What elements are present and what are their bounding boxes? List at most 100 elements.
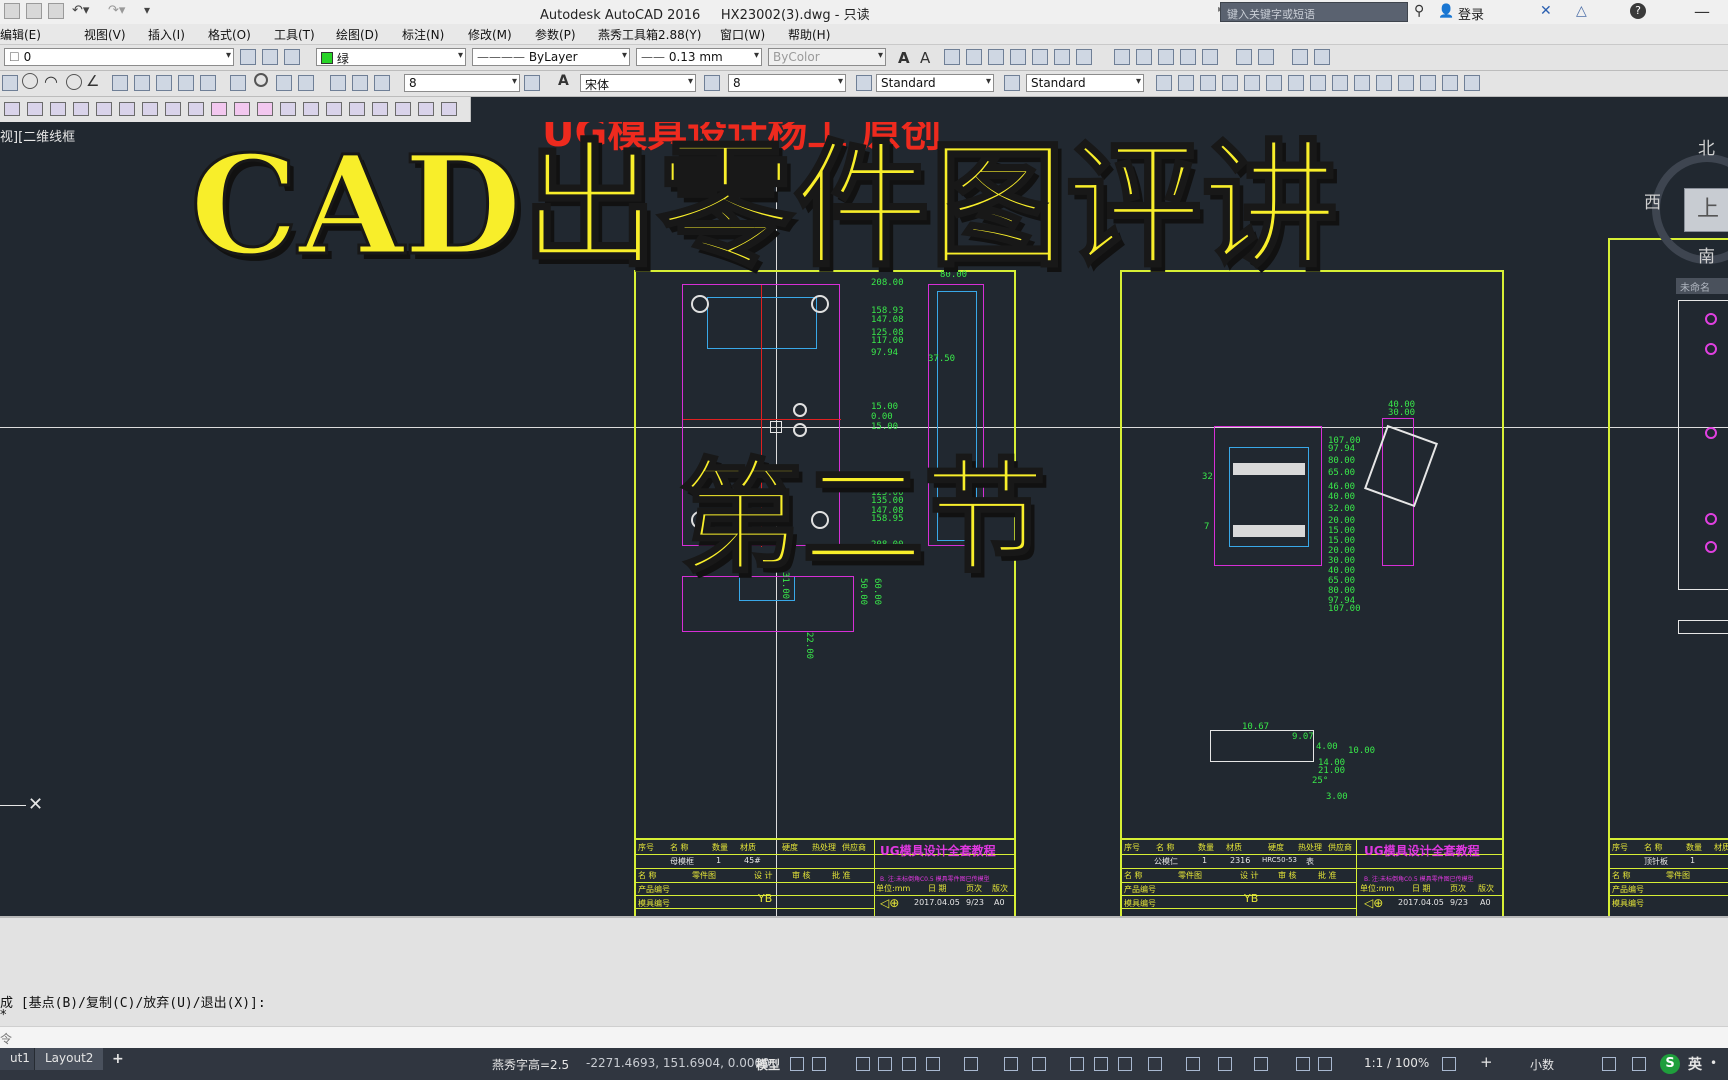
autodesk-a360-icon[interactable]: △	[1576, 3, 1587, 19]
menu-help[interactable]: 帮助(H)	[788, 26, 830, 43]
yx-tool-icon-14[interactable]	[1442, 75, 1458, 91]
ime-language[interactable]: 英	[1688, 1054, 1702, 1074]
linear-dimension-icon[interactable]	[112, 75, 128, 91]
yx-tool-icon-13[interactable]	[1420, 75, 1436, 91]
save-icon[interactable]	[26, 3, 42, 19]
arc-icon[interactable]: ◠	[44, 72, 58, 91]
ordinate-dimension-icon[interactable]	[200, 75, 216, 91]
dimension-edit-icon[interactable]	[330, 75, 346, 91]
app-menu-icon[interactable]	[4, 3, 20, 19]
drawing-canvas[interactable]: 视][二维线框 ✕ 208.00 158.93 147.08 125.08 11…	[0, 122, 1728, 916]
jogged-dimension-icon[interactable]	[298, 75, 314, 91]
layer-properties-icon[interactable]	[240, 49, 256, 65]
yx-tool-icon-12[interactable]	[1398, 75, 1414, 91]
text-size-icon[interactable]	[704, 75, 720, 91]
dynamic-ucs-icon[interactable]	[1186, 1057, 1200, 1071]
object-snap-icon[interactable]	[1032, 1057, 1046, 1071]
search-input[interactable]: 键入关键字或短语	[1220, 2, 1408, 22]
convert-text-icon[interactable]	[1076, 49, 1092, 65]
quick-access-dropdown-icon[interactable]: ▾	[144, 3, 150, 17]
zoom-out-icon[interactable]	[1258, 49, 1274, 65]
menu-view[interactable]: 视图(V)	[84, 26, 126, 43]
yx-layer-icon-11[interactable]	[303, 102, 319, 116]
menu-format[interactable]: 格式(O)	[208, 26, 251, 43]
wcs-menu[interactable]: 未命名	[1676, 278, 1728, 294]
mtext-icon[interactable]: A	[920, 49, 930, 67]
viewport-control-label[interactable]: 视][二维线框	[0, 126, 75, 145]
auto-scale-icon[interactable]	[1318, 1057, 1332, 1071]
edit-text-icon[interactable]	[944, 49, 960, 65]
annotation-monitor-icon[interactable]: +	[1480, 1053, 1493, 1071]
text-style-dropdown[interactable]: Standard ▾	[876, 74, 994, 92]
yx-text-icon-1[interactable]	[211, 102, 227, 116]
circle-icon[interactable]	[22, 73, 38, 89]
menu-edit[interactable]: 编辑(E)	[0, 26, 41, 43]
clean-screen-icon[interactable]	[1632, 1057, 1646, 1071]
yx-tool-icon-4[interactable]	[1222, 75, 1238, 91]
zoom-object-icon[interactable]	[1202, 49, 1218, 65]
lineweight-dropdown[interactable]: —— 0.13 mm ▾	[636, 48, 762, 66]
font-icon[interactable]: A	[558, 73, 569, 89]
yx-tool-icon-15[interactable]	[1464, 75, 1480, 91]
viewcube-south[interactable]: 南	[1698, 242, 1715, 267]
help-icon[interactable]: ?	[1630, 3, 1646, 19]
workspace-gear-icon[interactable]	[1442, 1057, 1456, 1071]
print-icon[interactable]	[48, 3, 64, 19]
menu-dimension[interactable]: 标注(N)	[402, 26, 444, 43]
yx-tool-icon-5[interactable]	[1244, 75, 1260, 91]
model-space-button[interactable]: 模型	[756, 1056, 780, 1073]
ime-logo-icon[interactable]: S	[1660, 1054, 1680, 1074]
yx-tool-icon-11[interactable]	[1376, 75, 1392, 91]
yx-layer-icon-13[interactable]	[349, 102, 365, 116]
annotation-visibility-icon[interactable]	[1296, 1057, 1310, 1071]
yx-layer-icon-7[interactable]	[142, 102, 158, 116]
dim-style-dropdown[interactable]: Standard ▾	[1026, 74, 1144, 92]
yx-layer-icon-6[interactable]	[119, 102, 135, 116]
zoom-center-icon[interactable]	[1180, 49, 1196, 65]
yx-layer-icon-17[interactable]	[441, 102, 457, 116]
yx-tool-icon-6[interactable]	[1266, 75, 1282, 91]
layout-tab-2[interactable]: Layout2	[34, 1048, 104, 1070]
yx-layer-icon-5[interactable]	[96, 102, 112, 116]
selection-cycling-icon[interactable]	[1118, 1057, 1132, 1071]
polar-tracking-icon[interactable]	[926, 1057, 940, 1071]
units-dropdown[interactable]: 小数	[1530, 1056, 1554, 1073]
transparency-icon[interactable]	[1094, 1057, 1108, 1071]
linetype-dropdown[interactable]: ———— ByLayer ▾	[472, 48, 630, 66]
plotstyle-dropdown[interactable]: ByColor ▾	[768, 48, 886, 66]
yx-tool-icon-9[interactable]	[1332, 75, 1348, 91]
zoom-all-icon[interactable]	[1292, 49, 1308, 65]
yx-layer-icon-4[interactable]	[73, 102, 89, 116]
login-link[interactable]: 登录	[1458, 4, 1484, 23]
text-height-dropdown[interactable]: 8 ▾	[404, 74, 520, 92]
menu-insert[interactable]: 插入(I)	[148, 26, 185, 43]
yx-layer-icon-16[interactable]	[418, 102, 434, 116]
text-style-icon[interactable]: A	[898, 49, 910, 67]
ellipse-icon[interactable]	[66, 74, 82, 90]
yx-tool-icon-7[interactable]	[1288, 75, 1304, 91]
zoom-scale-icon[interactable]	[1158, 49, 1174, 65]
dimension-text-edit-icon[interactable]	[352, 75, 368, 91]
text-frame-icon[interactable]	[1054, 49, 1070, 65]
text-justify-icon[interactable]	[1032, 49, 1048, 65]
add-layout-icon[interactable]: +	[102, 1048, 134, 1070]
yx-tool-icon-2[interactable]	[1178, 75, 1194, 91]
dynamic-input-icon[interactable]	[878, 1057, 892, 1071]
infer-constraints-icon[interactable]	[856, 1057, 870, 1071]
annotation-scale[interactable]: 1:1 / 100%	[1364, 1056, 1429, 1070]
text-scale-icon[interactable]	[1010, 49, 1026, 65]
isodraft-icon[interactable]	[964, 1057, 978, 1071]
command-line[interactable]: 令	[0, 1026, 1728, 1049]
yx-layer-icon-9[interactable]	[188, 102, 204, 116]
yx-text-icon-3[interactable]	[257, 102, 273, 116]
user-icon[interactable]: 👤	[1438, 4, 1454, 19]
yx-layer-icon-8[interactable]	[165, 102, 181, 116]
binoculars-icon[interactable]: ⚲	[1414, 3, 1424, 19]
yx-tool-icon-3[interactable]	[1200, 75, 1216, 91]
object-snap-tracking-icon[interactable]	[1004, 1057, 1018, 1071]
minimize-button[interactable]: —	[1694, 2, 1710, 21]
zoom-in-icon[interactable]	[1236, 49, 1252, 65]
ortho-icon[interactable]	[902, 1057, 916, 1071]
viewcube-top-face[interactable]: 上	[1684, 188, 1728, 232]
menu-yanxiu-tools[interactable]: 燕秀工具箱2.88(Y)	[598, 26, 701, 43]
